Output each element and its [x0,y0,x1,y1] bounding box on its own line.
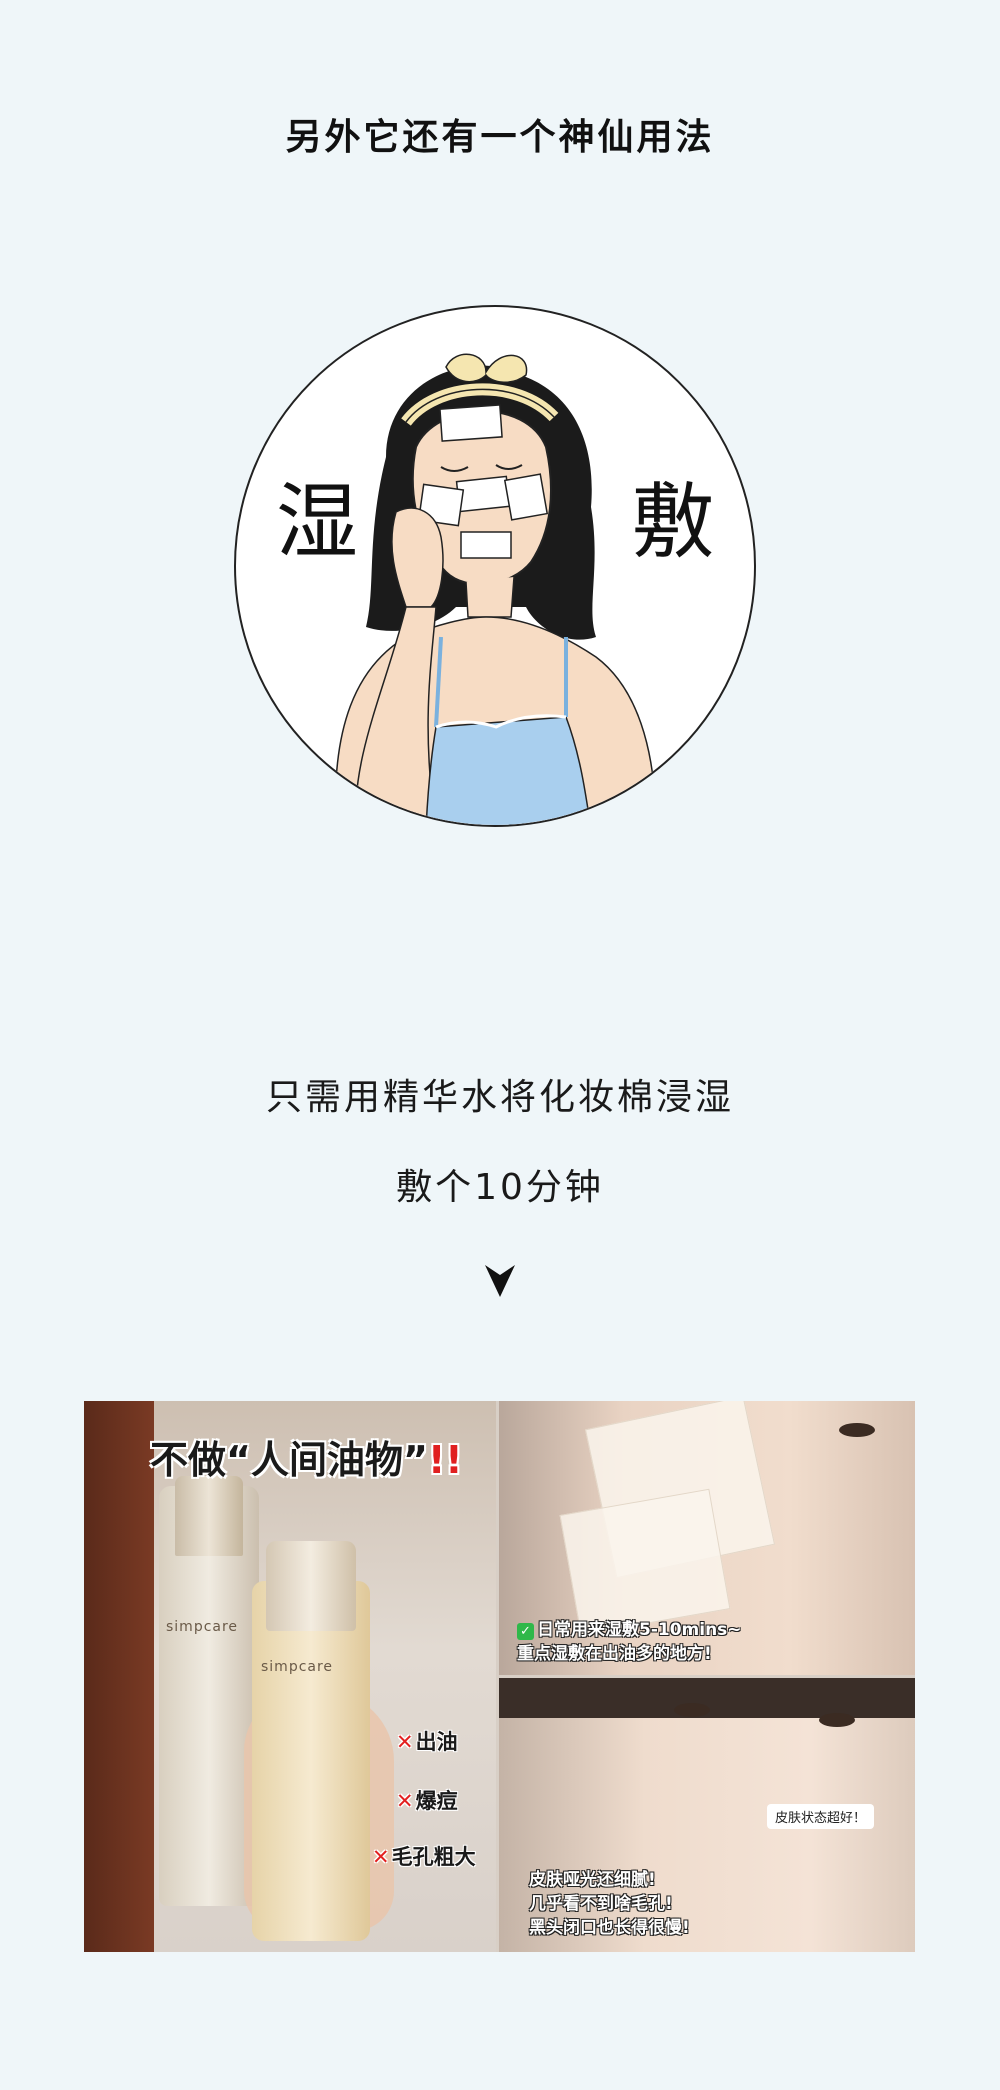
result-caption: 皮肤哑光还细腻! 几乎看不到啥毛孔! 黑头闭口也长得很慢! [529,1870,690,1938]
product-photo-collage: simpcare simpcare 不做“人间油物”!! ✕出油 ✕爆痘 ✕毛孔… [84,1401,915,1952]
red-x-icon: ✕ [372,1845,390,1869]
tag-acne: ✕爆痘 [396,1789,458,1813]
eye [819,1713,855,1727]
red-x-icon: ✕ [396,1730,414,1754]
illustration-char-wet: 湿 [276,475,359,570]
usage-caption: ✓ 日常用来湿敷5-10mins~ 重点湿敷在出油多的地方! [517,1620,742,1664]
skin-status-bubble: 皮肤状态超好！ [767,1804,875,1829]
photo-title-text: 不做“人间油物” [150,1438,428,1482]
eye [674,1703,710,1717]
down-triangle-icon [485,1265,515,1297]
brand-label-left: simpcare [166,1619,239,1635]
tag-oily: ✕出油 [396,1730,458,1754]
page-headline: 另外它还有一个神仙用法 [285,117,715,158]
instruction-line-1: 只需用精华水将化妆棉浸湿 [265,1077,734,1118]
photo-title-bang: !! [427,1438,463,1482]
illustration-circle: 湿 敷 [234,305,756,827]
page: 另外它还有一个神仙用法 湿 敷 只需用精华水将化妆棉浸湿 敷个10分钟 simp… [0,0,1000,2090]
clear-skin-face-photo: 皮肤状态超好！ 皮肤哑光还细腻! 几乎看不到啥毛孔! 黑头闭口也长得很慢! [499,1678,915,1952]
cotton-pad [559,1488,731,1636]
wooden-door [84,1401,154,1952]
red-x-icon: ✕ [396,1789,414,1813]
face-with-pads-photo: ✓ 日常用来湿敷5-10mins~ 重点湿敷在出油多的地方! [499,1401,915,1675]
product-bottles-photo: simpcare simpcare 不做“人间油物”!! ✕出油 ✕爆痘 ✕毛孔… [84,1401,496,1952]
toner-bottle-right [252,1541,370,1941]
photo-title: 不做“人间油物”!! [150,1429,463,1484]
check-icon: ✓ [517,1623,534,1640]
illustration-char-apply: 敷 [631,475,714,570]
instruction-line-2: 敷个10分钟 [396,1167,604,1208]
brand-label-right: simpcare [261,1659,334,1675]
tag-pores: ✕毛孔粗大 [372,1845,476,1869]
eye [839,1423,875,1437]
